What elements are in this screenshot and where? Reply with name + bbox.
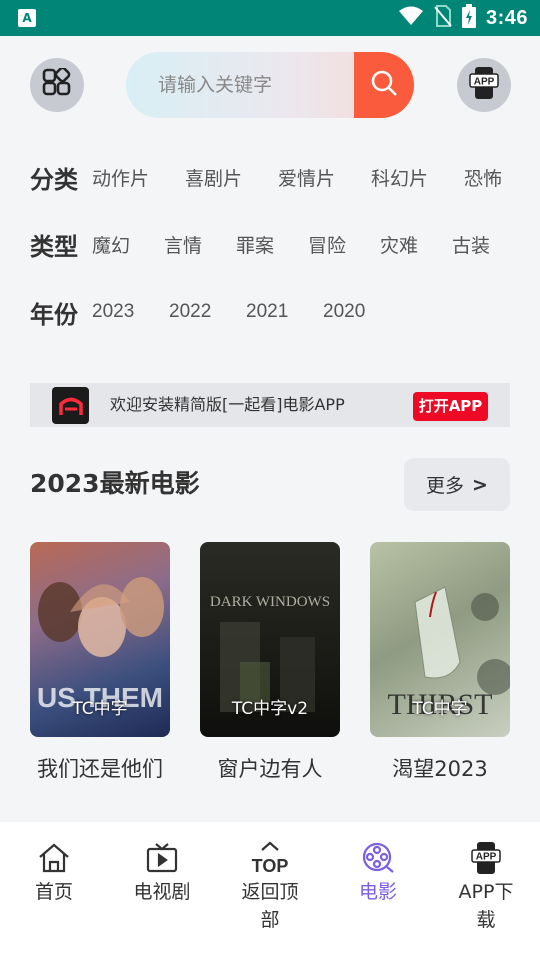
year-item[interactable]: 2020 — [323, 301, 400, 323]
type-item[interactable]: 灾难 — [380, 231, 452, 258]
status-bar: A 3:46 — [0, 0, 540, 36]
type-filter: 类型 魔幻 言情 罪案 冒险 灾难 古装 — [30, 224, 524, 264]
chevron-right-icon: > — [472, 473, 488, 496]
bottom-navigation: 首页 电视剧 TOP 返回顶部 电影 APP APP下载 — [0, 822, 540, 960]
search-input[interactable] — [126, 52, 354, 118]
movie-quality-tag: TC中字 — [72, 699, 128, 719]
movie-card[interactable]: THIRST TC中字 渴望2023 — [370, 542, 510, 783]
svg-text:APP: APP — [474, 77, 495, 88]
home-icon — [0, 840, 108, 876]
more-button[interactable]: 更多 > — [404, 458, 510, 511]
app-logo-icon — [52, 387, 89, 424]
year-item[interactable]: 2023 — [92, 301, 169, 323]
more-label: 更多 — [426, 475, 465, 497]
movie-quality-tag: TC中字v2 — [231, 699, 309, 719]
svg-text:TOP: TOP — [252, 856, 289, 876]
category-title: 分类 — [30, 165, 78, 194]
app-notification-icon: A — [18, 9, 36, 27]
movie-title[interactable]: 我们还是他们 — [30, 753, 170, 783]
category-item[interactable]: 喜剧片 — [185, 164, 278, 191]
movie-poster[interactable]: THIRST TC中字 — [370, 542, 510, 737]
category-filter: 分类 动作片 喜剧片 爱情片 科幻片 恐怖 — [30, 157, 540, 197]
search-icon — [370, 69, 398, 101]
nav-label: 电视剧 — [133, 881, 191, 903]
type-item[interactable]: 魔幻 — [92, 231, 164, 258]
movie-poster[interactable]: DARK WINDOWS TC中字v2 — [200, 542, 340, 737]
movie-quality-tag: TC中字 — [412, 699, 468, 719]
svg-text:APP: APP — [476, 852, 497, 863]
clock: 3:46 — [485, 6, 528, 29]
movie-poster[interactable]: US THEM TC中字 — [30, 542, 170, 737]
battery-charging-icon — [461, 4, 476, 32]
year-item[interactable]: 2022 — [169, 301, 246, 323]
year-item[interactable]: 2021 — [246, 301, 323, 323]
nav-label: 返回顶部 — [241, 881, 299, 931]
type-title: 类型 — [30, 232, 78, 261]
top-icon: TOP — [216, 840, 324, 876]
movie-title[interactable]: 渴望2023 — [370, 753, 510, 783]
nav-tv[interactable]: 电视剧 — [108, 822, 216, 906]
grid-menu-icon — [42, 66, 72, 102]
category-item[interactable]: 动作片 — [92, 164, 185, 191]
nav-app-download[interactable]: APP APP下载 — [432, 822, 540, 934]
app-download-button[interactable]: APP — [457, 58, 511, 112]
type-item[interactable]: 言情 — [164, 231, 236, 258]
banner-text: 欢迎安装精简版[一起看]电影APP — [110, 395, 345, 414]
category-item[interactable]: 爱情片 — [278, 164, 371, 191]
category-menu-button[interactable] — [30, 58, 84, 112]
nav-label: 电影 — [358, 881, 397, 903]
movie-title[interactable]: 窗户边有人 — [200, 753, 340, 783]
movie-card[interactable]: DARK WINDOWS TC中字v2 窗户边有人 — [200, 542, 340, 783]
svg-text:DARK WINDOWS: DARK WINDOWS — [210, 594, 330, 610]
movie-card[interactable]: US THEM TC中字 我们还是他们 — [30, 542, 170, 783]
search-button[interactable] — [354, 52, 414, 118]
app-download-icon: APP — [432, 840, 540, 876]
nav-movies[interactable]: 电影 — [324, 822, 432, 906]
nav-back-to-top[interactable]: TOP 返回顶部 — [216, 822, 324, 934]
category-item[interactable]: 恐怖 — [464, 164, 540, 191]
year-filter: 年份 2023 2022 2021 2020 — [30, 292, 400, 332]
type-item[interactable]: 罪案 — [236, 231, 308, 258]
open-app-button[interactable]: 打开APP — [413, 392, 488, 421]
nav-label: APP下载 — [458, 881, 514, 931]
no-sim-icon — [434, 5, 452, 31]
search-bar — [126, 52, 414, 118]
type-item[interactable]: 古装 — [452, 231, 524, 258]
nav-label: 首页 — [34, 881, 73, 903]
tv-icon — [108, 840, 216, 876]
type-item[interactable]: 冒险 — [308, 231, 380, 258]
nav-home[interactable]: 首页 — [0, 822, 108, 906]
year-title: 年份 — [30, 300, 78, 329]
app-phone-icon: APP — [469, 65, 499, 105]
header: APP — [0, 36, 540, 136]
section-title: 2023最新电影 — [30, 469, 200, 498]
category-item[interactable]: 科幻片 — [371, 164, 464, 191]
wifi-icon — [398, 6, 424, 30]
movie-list: US THEM TC中字 我们还是他们 DARK WINDOWS TC中字v2 … — [30, 542, 510, 792]
app-promo-banner[interactable]: 欢迎安装精简版[一起看]电影APP 打开APP — [30, 383, 510, 427]
film-reel-icon — [324, 840, 432, 876]
